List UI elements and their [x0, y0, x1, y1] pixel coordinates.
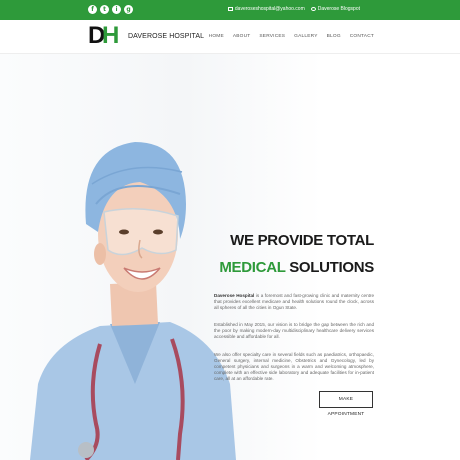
headline-rest: SOLUTIONS [285, 259, 374, 276]
blog-text: Daverose Blogspot [317, 6, 360, 12]
logo-letter-h: H [102, 22, 120, 49]
nav-home[interactable]: HOME [209, 34, 224, 39]
hero-paragraph-1: Daverose Hospital is a foremost and fast… [214, 293, 374, 311]
facebook-icon[interactable]: f [88, 5, 97, 14]
logo-mark: D H [88, 22, 126, 49]
email-link[interactable]: daveroseshospital@yahoo.com [227, 6, 305, 12]
nav-blog[interactable]: BLOG [327, 34, 341, 39]
hero-paragraph-2: Established in May 2015, our vision is t… [214, 322, 374, 339]
hero-headline-second: MEDICAL SOLUTIONS [200, 259, 374, 276]
hero-paragraph-3: We also offer specialty care in several … [214, 352, 374, 381]
hero-headline: WE PROVIDE TOTAL [230, 232, 374, 249]
brand-name: DAVEROSE HOSPITAL [128, 32, 205, 40]
headline-highlight: MEDICAL [219, 259, 286, 276]
social-links: f t i g [88, 5, 133, 14]
email-text: daveroseshospital@yahoo.com [234, 6, 305, 12]
hero-section: WE PROVIDE TOTAL MEDICAL SOLUTIONS Daver… [0, 54, 460, 460]
nav-gallery[interactable]: GALLERY [294, 34, 317, 39]
make-appointment-button[interactable]: MAKE APPOINTMENT [319, 391, 373, 417]
envelope-icon [227, 7, 233, 11]
site-logo[interactable]: D H DAVEROSE HOSPITAL [88, 22, 205, 49]
top-bar: f t i g daveroseshospital@yahoo.com Dave… [0, 0, 460, 20]
google-icon[interactable]: g [124, 5, 133, 14]
nav-about[interactable]: ABOUT [233, 34, 251, 39]
nurse-photo [30, 142, 236, 460]
nav-contact[interactable]: CONTACT [350, 34, 374, 39]
nav-services[interactable]: SERVICES [259, 34, 285, 39]
site-header: D H DAVEROSE HOSPITAL HOME ABOUT SERVICE… [0, 20, 460, 54]
main-nav: HOME ABOUT SERVICES GALLERY BLOG CONTACT [209, 34, 374, 39]
top-contact: daveroseshospital@yahoo.com Daverose Blo… [227, 6, 360, 12]
twitter-icon[interactable]: t [100, 5, 109, 14]
instagram-icon[interactable]: i [112, 5, 121, 14]
blog-icon [310, 7, 316, 11]
hospital-name-bold: Daverose Hospital [214, 293, 255, 298]
blog-link[interactable]: Daverose Blogspot [310, 6, 360, 12]
